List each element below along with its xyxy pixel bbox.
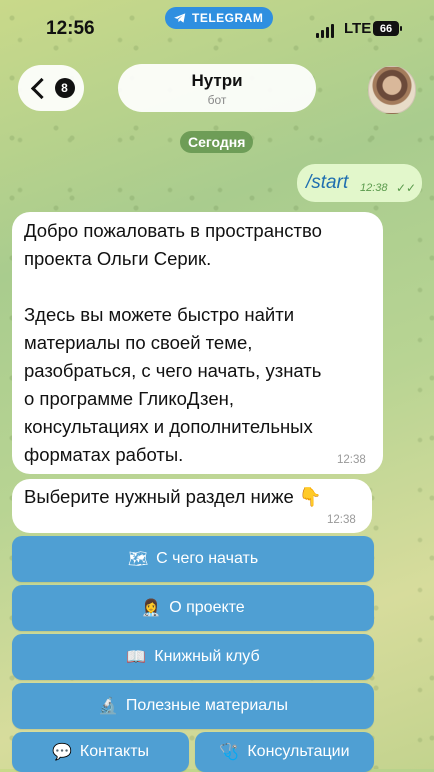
message-text[interactable]: Добро пожаловать в пространство проекта …	[24, 217, 379, 469]
keyboard-button-label: Полезные материалы	[125, 697, 289, 714]
message-line: консультациях и дополнительных	[24, 416, 313, 437]
message-time: 12:38	[360, 182, 388, 194]
keyboard-button-consultations[interactable]: 🩺 Консультации	[195, 732, 374, 772]
keyboard-button-start[interactable]: 🗺 С чего начать	[12, 536, 374, 582]
keyboard-button-book-club[interactable]: 📖 Книжный клуб	[12, 634, 374, 680]
message-line: Здесь вы можете быстро найти	[24, 304, 295, 325]
microscope-icon: 🔬	[97, 698, 118, 715]
message-line: проекта Ольги Серик.	[24, 248, 212, 269]
chat-subtitle: бот	[207, 93, 227, 107]
status-time: 12:56	[46, 18, 95, 39]
unread-count-badge: 8	[54, 78, 75, 98]
woman-icon: 👩‍⚕️	[141, 600, 162, 617]
speech-bubble-icon: 💬	[51, 744, 72, 761]
keyboard-button-label: Консультации	[247, 743, 350, 760]
message-text[interactable]: /start	[306, 172, 348, 194]
keyboard-button-label: Контакты	[79, 743, 150, 760]
incoming-message[interactable]: Выберите нужный раздел ниже 👇 12:38	[12, 479, 372, 533]
message-text[interactable]: Выберите нужный раздел ниже 👇	[24, 483, 322, 511]
message-line: форматах работы.	[24, 444, 184, 465]
message-line: материалы по своей теме,	[24, 332, 253, 353]
keyboard-button-label: С чего начать	[156, 550, 259, 567]
keyboard-button-label: О проекте	[169, 599, 245, 616]
chat-title-header[interactable]: Нутри бот	[118, 64, 316, 112]
status-bar: 12:56 TELEGRAM LTE 66	[0, 0, 434, 54]
book-icon: 📖	[126, 649, 147, 666]
keyboard-button-label: Книжный клуб	[154, 648, 260, 665]
back-button[interactable]: 8	[18, 65, 84, 111]
chat-title: Нутри	[191, 71, 243, 90]
keyboard-button-about[interactable]: 👩‍⚕️ О проекте	[12, 585, 374, 631]
keyboard-button-contacts[interactable]: 💬 Контакты	[12, 732, 189, 772]
message-line: Добро пожаловать в пространство	[24, 220, 322, 241]
chevron-left-icon	[30, 77, 52, 99]
message-time: 12:38	[327, 514, 356, 526]
outgoing-message[interactable]: /start 12:38 ✓✓	[297, 164, 422, 202]
network-type: LTE	[344, 20, 372, 37]
stethoscope-icon: 🩺	[219, 744, 240, 761]
double-check-icon: ✓✓	[396, 181, 417, 195]
keyboard-button-materials[interactable]: 🔬 Полезные материалы	[12, 683, 374, 729]
message-line: о программе ГликоДзен,	[24, 388, 234, 409]
battery-level: 66	[379, 22, 393, 35]
message-time: 12:38	[337, 454, 366, 466]
battery-icon: 66	[373, 21, 402, 36]
map-icon: 🗺	[127, 551, 149, 568]
telegram-badge-label: TELEGRAM	[192, 11, 264, 25]
incoming-message[interactable]: Добро пожаловать в пространство проекта …	[12, 212, 383, 474]
message-line: разобраться, с чего начать, узнать	[24, 360, 322, 381]
telegram-plane-icon	[174, 13, 186, 23]
signal-icon	[316, 24, 334, 38]
telegram-app-badge[interactable]: TELEGRAM	[165, 7, 274, 29]
date-separator: Сегодня	[180, 131, 254, 153]
chat-avatar[interactable]	[368, 66, 416, 114]
